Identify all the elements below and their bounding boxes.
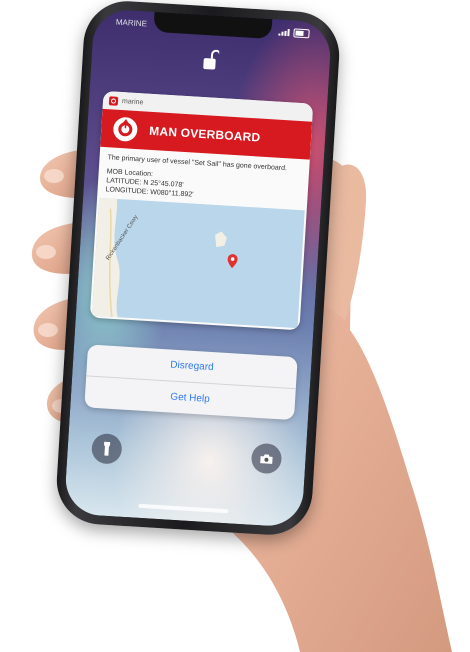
app-icon (108, 95, 119, 106)
app-name: marine (121, 97, 144, 106)
notification-actions: Disregard Get Help (84, 344, 298, 421)
lock-icon (203, 49, 220, 70)
battery-icon (293, 28, 310, 39)
scene: MARINE marine MAN OVERBOARD The primary … (0, 0, 470, 652)
phone: MARINE marine MAN OVERBOARD The primary … (54, 0, 342, 538)
status-icons (278, 27, 310, 39)
camera-button[interactable] (250, 442, 283, 475)
camera-icon (260, 453, 273, 464)
lock-screen: MARINE marine MAN OVERBOARD The primary … (63, 8, 333, 528)
lifebuoy-icon (113, 117, 138, 142)
home-indicator[interactable] (138, 503, 229, 514)
flashlight-button[interactable] (90, 432, 123, 465)
carrier-label: MARINE (115, 17, 148, 29)
flashlight-icon (104, 441, 111, 456)
location-map[interactable]: Rickenbacker Cswy (91, 197, 305, 329)
map-graphic (91, 197, 227, 318)
notification-card[interactable]: marine MAN OVERBOARD The primary user of… (89, 90, 314, 331)
signal-icon (278, 28, 290, 37)
alert-title: MAN OVERBOARD (148, 123, 261, 145)
map-pin-icon (227, 254, 238, 269)
